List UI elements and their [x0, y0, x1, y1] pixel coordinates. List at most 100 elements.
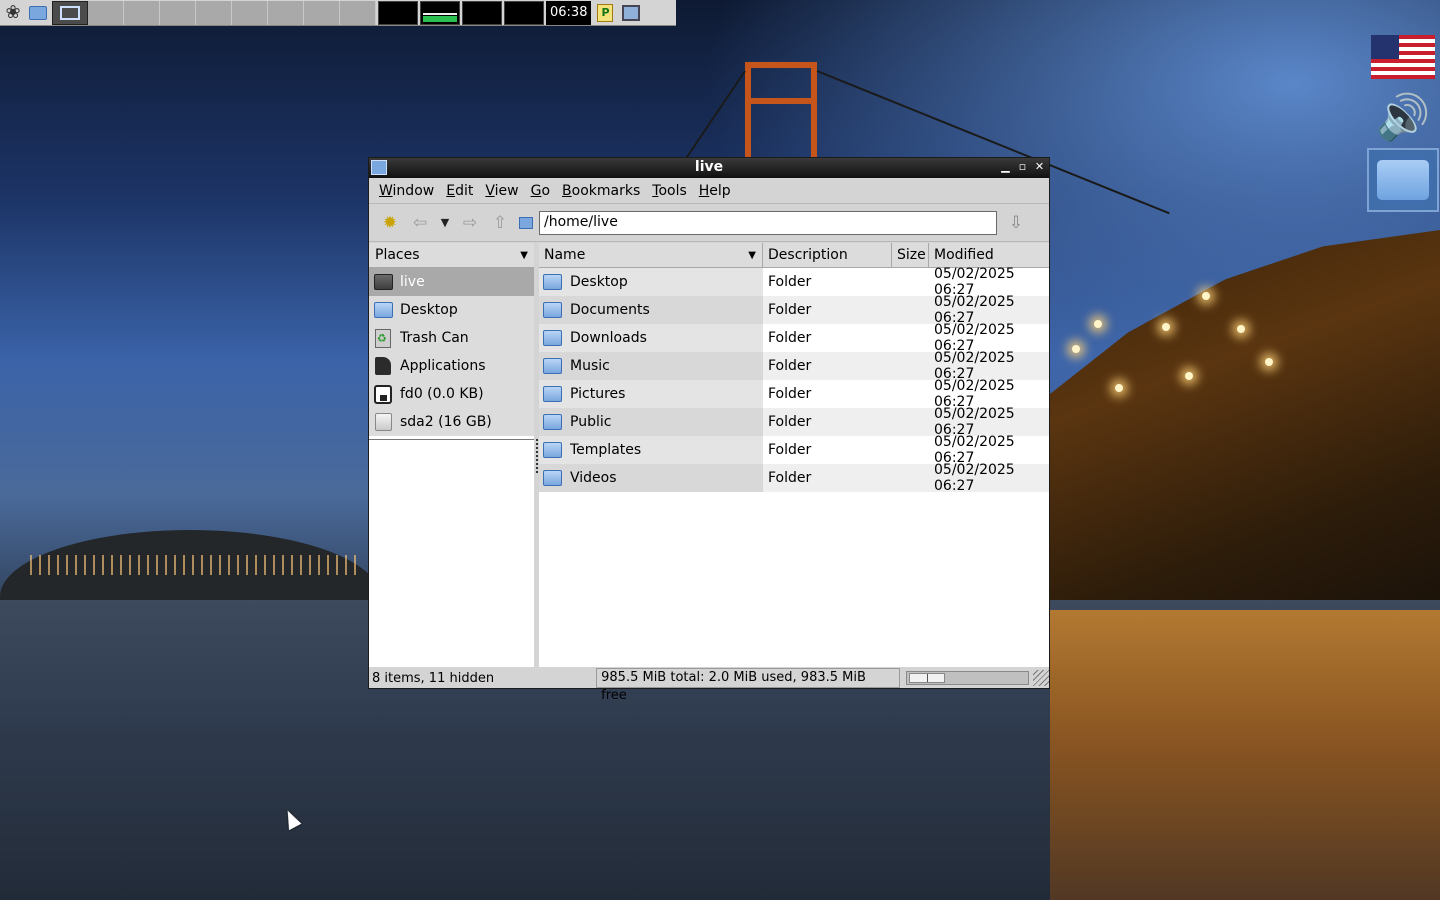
trash-icon — [373, 328, 393, 348]
file-description: Folder — [768, 386, 812, 402]
table-row[interactable]: Templates Folder 05/02/2025 06:27 — [539, 434, 1049, 466]
workspace-7[interactable] — [268, 0, 304, 25]
zoom-slider-thumb[interactable] — [908, 673, 945, 683]
menu-tools[interactable]: Tools — [646, 183, 693, 199]
place-item-label: Applications — [400, 358, 486, 374]
workspace-9[interactable] — [340, 0, 376, 25]
desktop-folder-icon — [373, 300, 393, 320]
column-description[interactable]: Description — [763, 243, 892, 267]
table-row[interactable]: Downloads Folder 05/02/2025 06:27 — [539, 322, 1049, 354]
workspace-8[interactable] — [304, 0, 340, 25]
floppy-icon — [373, 384, 393, 404]
file-description: Folder — [768, 414, 812, 430]
cliff-light — [1162, 323, 1170, 331]
column-size[interactable]: Size — [892, 243, 929, 267]
water-reflection — [1050, 610, 1440, 900]
place-item-label: sda2 (16 GB) — [400, 414, 492, 430]
title-bar[interactable]: live ▁ ▫ ✕ — [369, 158, 1049, 178]
workspace-6[interactable] — [232, 0, 268, 25]
menu-go[interactable]: Go — [525, 183, 556, 199]
table-row[interactable]: Videos Folder 05/02/2025 06:27 — [539, 462, 1049, 494]
file-list: Name ▼ Description Size Modified Desktop… — [539, 243, 1049, 667]
place-item-live[interactable]: live — [369, 268, 534, 296]
places-pane: Places ▼ live Desktop Trash Can Applicat… — [369, 243, 534, 667]
file-name: Music — [570, 358, 610, 374]
back-arrow-icon[interactable]: ⇦ — [405, 208, 435, 238]
places-dropdown-icon[interactable]: ▼ — [520, 250, 528, 261]
table-row[interactable]: Desktop Folder 05/02/2025 06:27 — [539, 266, 1049, 298]
package-tray-icon[interactable]: P — [593, 1, 617, 25]
menu-bar: Window Edit View Go Bookmarks Tools Help — [369, 178, 1049, 204]
menu-edit[interactable]: Edit — [440, 183, 479, 199]
up-arrow-icon[interactable]: ⇧ — [485, 208, 515, 238]
new-folder-icon[interactable]: ✹ — [375, 208, 405, 238]
file-list-header: Name ▼ Description Size Modified — [539, 243, 1049, 268]
file-manager-folder-icon[interactable] — [1367, 148, 1439, 212]
menu-bookmarks[interactable]: Bookmarks — [556, 183, 646, 199]
place-item-applications[interactable]: Applications — [369, 352, 534, 380]
column-name[interactable]: Name ▼ — [539, 243, 763, 267]
file-name: Templates — [570, 442, 642, 458]
disk-monitor — [504, 0, 544, 25]
network-monitor — [462, 0, 502, 25]
home-folder-launcher-icon[interactable] — [26, 1, 50, 25]
keyboard-layout-flag-icon[interactable] — [1367, 28, 1439, 86]
place-item-fd0[interactable]: fd0 (0.0 KB) — [369, 380, 534, 408]
folder-icon — [543, 358, 562, 374]
history-dropdown-icon[interactable]: ▼ — [435, 208, 455, 238]
folder-icon — [543, 330, 562, 346]
maximize-button[interactable]: ▫ — [1016, 159, 1029, 175]
memory-monitor — [420, 0, 460, 25]
workspace-1[interactable] — [52, 0, 88, 25]
forward-arrow-icon[interactable]: ⇨ — [455, 208, 485, 238]
file-name: Pictures — [570, 386, 626, 402]
file-description: Folder — [768, 302, 812, 318]
file-manager-window: live ▁ ▫ ✕ Window Edit View Go Bookmarks… — [368, 157, 1050, 703]
menu-window[interactable]: Window — [373, 183, 440, 199]
resize-grip-icon[interactable] — [1033, 670, 1049, 686]
table-row[interactable]: Documents Folder 05/02/2025 06:27 — [539, 294, 1049, 326]
cliff-light — [1185, 372, 1193, 380]
place-item-desktop[interactable]: Desktop — [369, 296, 534, 324]
close-button[interactable]: ✕ — [1033, 159, 1046, 175]
toolbar: ✹ ⇦ ▼ ⇨ ⇧ /home/live ⇩ — [369, 204, 1049, 242]
column-modified[interactable]: Modified — [929, 243, 1049, 267]
go-arrow-icon[interactable]: ⇩ — [1001, 208, 1031, 238]
place-item-sda2[interactable]: sda2 (16 GB) — [369, 408, 534, 436]
status-bar: 8 items, 11 hidden 985.5 MiB total: 2.0 … — [369, 667, 1049, 703]
cliff-light — [1072, 345, 1080, 353]
workspace-3[interactable] — [124, 0, 160, 25]
table-row[interactable]: Public Folder 05/02/2025 06:27 — [539, 406, 1049, 438]
file-description: Folder — [768, 442, 812, 458]
sort-down-icon: ▼ — [748, 249, 756, 261]
network-tray-icon[interactable] — [619, 1, 643, 25]
main-content: Places ▼ live Desktop Trash Can Applicat… — [369, 243, 1049, 667]
place-item-label: live — [400, 274, 425, 290]
minimize-button[interactable]: ▁ — [999, 159, 1012, 175]
bridge-tower — [745, 62, 817, 162]
column-name-label: Name — [544, 247, 586, 263]
volume-speaker-icon[interactable]: 🔊 — [1367, 88, 1439, 146]
folder-icon — [543, 386, 562, 402]
table-row[interactable]: Pictures Folder 05/02/2025 06:27 — [539, 378, 1049, 410]
zoom-slider[interactable] — [905, 671, 1030, 685]
clock[interactable]: 06:38 — [546, 0, 592, 25]
table-row[interactable]: Music Folder 05/02/2025 06:27 — [539, 350, 1049, 382]
folder-icon — [543, 442, 562, 458]
workspace-2[interactable] — [88, 0, 124, 25]
location-input[interactable]: /home/live — [539, 210, 997, 235]
places-header[interactable]: Places ▼ — [369, 243, 534, 268]
home-folder-icon — [373, 272, 393, 292]
place-item-trash[interactable]: Trash Can — [369, 324, 534, 352]
workspace-5[interactable] — [196, 0, 232, 25]
menu-view[interactable]: View — [479, 183, 524, 199]
city-lights — [30, 555, 360, 575]
places-divider — [369, 439, 534, 440]
workspace-4[interactable] — [160, 0, 196, 25]
top-panel: ❀ 06:38 P — [0, 0, 676, 26]
places-header-label: Places — [375, 247, 420, 263]
file-modified: 05/02/2025 06:27 — [934, 462, 1015, 494]
menu-help[interactable]: Help — [693, 183, 737, 199]
main-menu-icon[interactable]: ❀ — [0, 1, 26, 25]
file-name: Public — [570, 414, 612, 430]
